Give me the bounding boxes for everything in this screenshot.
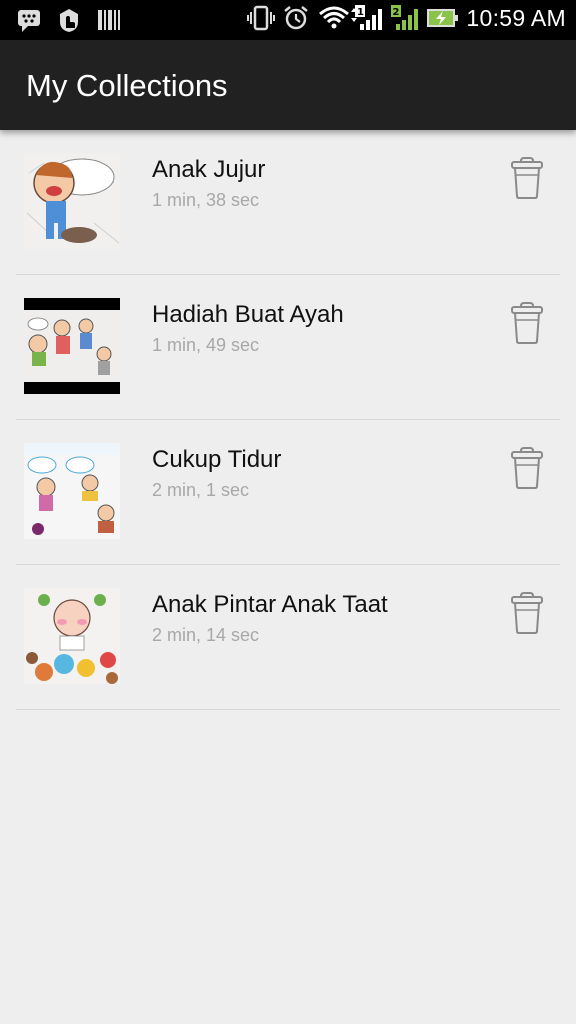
list-item[interactable]: Cukup Tidur 2 min, 1 sec — [16, 420, 560, 565]
alarm-icon — [282, 4, 309, 32]
barcode-icon — [96, 6, 122, 34]
svg-text:2: 2 — [393, 7, 400, 18]
delete-button[interactable] — [510, 446, 544, 490]
video-thumbnail[interactable] — [24, 153, 120, 249]
delete-button[interactable] — [510, 591, 544, 635]
trash-icon — [511, 157, 543, 199]
video-duration: 1 min, 38 sec — [152, 190, 260, 210]
svg-text:1: 1 — [357, 7, 364, 18]
vibrate-icon — [246, 4, 276, 32]
video-title: Anak Jujur — [152, 156, 266, 183]
collections-list: Anak Jujur 1 min, 38 sec Hadiah Buat Aya… — [16, 130, 560, 710]
touch-icon — [56, 6, 82, 34]
trash-icon — [511, 447, 543, 489]
list-item[interactable]: Anak Jujur 1 min, 38 sec — [16, 130, 560, 275]
bbm-icon — [16, 6, 42, 34]
video-title: Hadiah Buat Ayah — [152, 301, 344, 328]
video-duration: 2 min, 14 sec — [152, 625, 260, 645]
video-title: Anak Pintar Anak Taat — [152, 591, 388, 618]
sim2-signal-icon: 2 — [390, 4, 419, 32]
wifi-icon — [318, 4, 358, 32]
delete-button[interactable] — [510, 301, 544, 345]
delete-button[interactable] — [510, 156, 544, 200]
video-duration: 1 min, 49 sec — [152, 335, 260, 355]
video-thumbnail[interactable] — [24, 443, 120, 539]
video-title: Cukup Tidur — [152, 446, 282, 473]
video-thumbnail[interactable] — [24, 298, 120, 394]
video-thumbnail[interactable] — [24, 588, 120, 684]
trash-icon — [511, 302, 543, 344]
page-title: My Collections — [26, 68, 228, 103]
battery-charging-icon — [426, 4, 459, 32]
status-time: 10:59 AM — [466, 4, 566, 31]
video-duration: 2 min, 1 sec — [152, 480, 250, 500]
list-item[interactable]: Hadiah Buat Ayah 1 min, 49 sec — [16, 275, 560, 420]
status-bar: 1 2 10:59 AM — [0, 0, 576, 40]
trash-icon — [511, 592, 543, 634]
sim1-signal-icon: 1 — [354, 4, 383, 32]
list-item[interactable]: Anak Pintar Anak Taat 2 min, 14 sec — [16, 565, 560, 710]
action-bar: My Collections — [0, 40, 576, 130]
